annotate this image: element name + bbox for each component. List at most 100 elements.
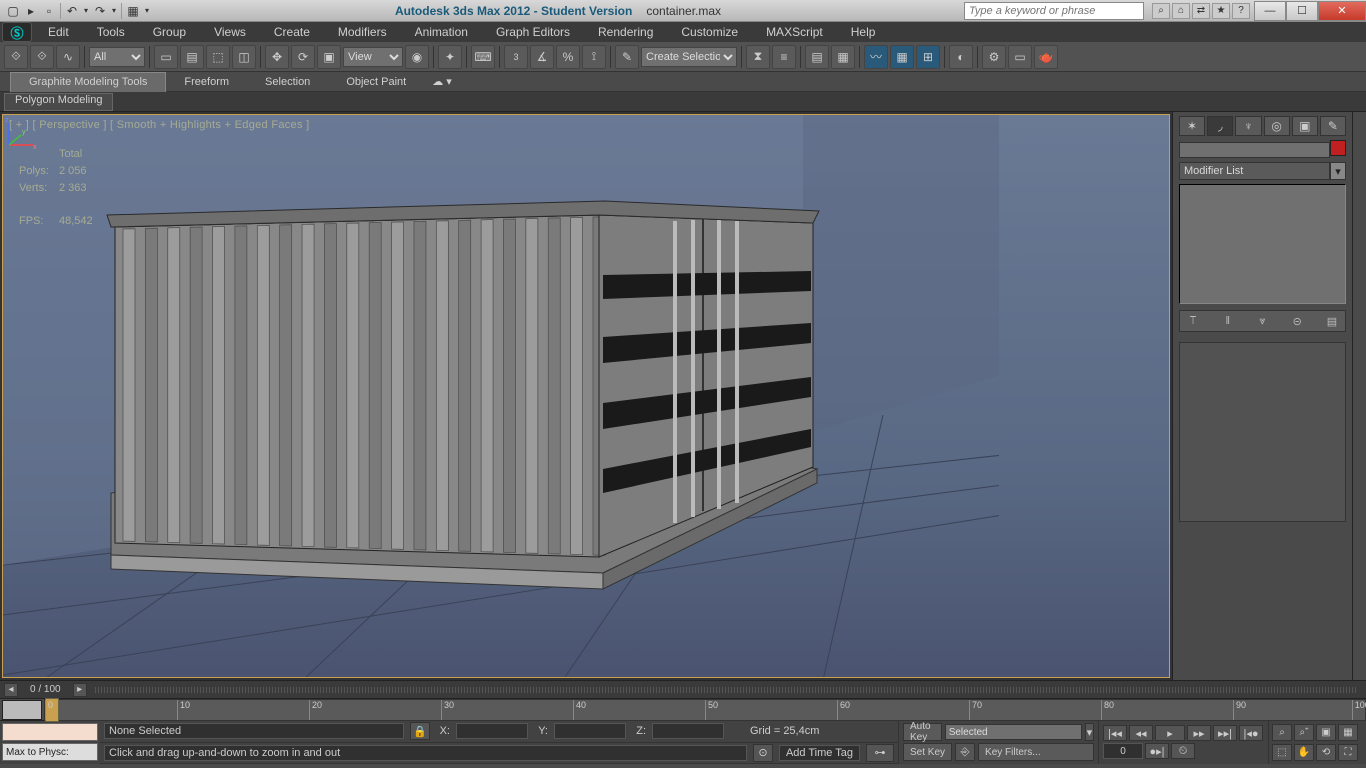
next-frame-icon[interactable]: ▸▸ [1187, 725, 1211, 741]
undo-icon[interactable]: ↶ [63, 2, 81, 20]
menu-maxscript[interactable]: MAXScript [752, 25, 837, 39]
scale-icon[interactable]: ▣ [317, 45, 341, 69]
z-coord-input[interactable] [652, 723, 724, 739]
timeslider-left-icon[interactable]: ◂ [4, 683, 18, 697]
keyfilters-button[interactable]: Key Filters... [978, 743, 1094, 761]
keyboard-shortcut-icon[interactable]: ⌨ [471, 45, 495, 69]
time-slider-track[interactable] [95, 687, 1358, 693]
align-icon[interactable]: ≡ [772, 45, 796, 69]
menu-tools[interactable]: Tools [83, 25, 139, 39]
goto-end-icon[interactable]: ▸▸| [1213, 725, 1237, 741]
configure-sets-icon[interactable]: ▤ [1323, 313, 1341, 329]
new-icon[interactable]: ▢ [4, 2, 22, 20]
modifier-list-dropdown[interactable]: ▾ [1330, 162, 1346, 180]
setkey-large-icon[interactable]: ⎆ [955, 743, 975, 761]
favorite-icon[interactable]: ★ [1212, 3, 1230, 19]
cmd-tab-modify[interactable]: ◞ [1207, 116, 1233, 136]
window-crossing-icon[interactable]: ◫ [232, 45, 256, 69]
move-icon[interactable]: ✥ [265, 45, 289, 69]
tab-freeform[interactable]: Freeform [166, 72, 247, 92]
menu-grapheditors[interactable]: Graph Editors [482, 25, 584, 39]
tab-objectpaint[interactable]: Object Paint [328, 72, 424, 92]
cmd-tab-display[interactable]: ▣ [1292, 116, 1318, 136]
menu-animation[interactable]: Animation [401, 25, 482, 39]
make-unique-icon[interactable]: ⩔ [1254, 313, 1272, 329]
autokey-button[interactable]: Auto Key [903, 723, 942, 741]
refcoord-dropdown[interactable]: View [343, 47, 403, 67]
curve-editor-icon[interactable]: 〰 [864, 45, 888, 69]
render-setup-icon[interactable]: ⚙ [982, 45, 1006, 69]
menu-group[interactable]: Group [139, 25, 200, 39]
time-ruler[interactable]: 0 10 20 30 40 50 60 70 80 90 100 [44, 699, 1366, 721]
lock-selection-icon[interactable]: 🔒 [410, 722, 430, 740]
layer-explorer-icon[interactable]: ▦ [831, 45, 855, 69]
x-coord-input[interactable] [456, 723, 528, 739]
redo-icon[interactable]: ↷ [91, 2, 109, 20]
tab-graphite[interactable]: Graphite Modeling Tools [10, 72, 166, 92]
layer-icon[interactable]: ▤ [805, 45, 829, 69]
help-icon[interactable]: ? [1232, 3, 1250, 19]
cmd-tab-motion[interactable]: ◎ [1264, 116, 1290, 136]
show-end-result-icon[interactable]: ‖ [1219, 313, 1237, 329]
menu-customize[interactable]: Customize [667, 25, 752, 39]
cmd-tab-hierarchy[interactable]: ♆ [1235, 116, 1261, 136]
rotate-icon[interactable]: ⟳ [291, 45, 315, 69]
edit-named-sel-icon[interactable]: ✎ [615, 45, 639, 69]
trackbar-toggle[interactable] [2, 700, 42, 720]
macro-recorder-button[interactable]: Max to Physc: [2, 743, 98, 761]
zoom-icon[interactable]: ⌕ [1272, 724, 1292, 741]
object-name-input[interactable] [1179, 142, 1330, 158]
isolate-icon[interactable]: ⊙ [753, 744, 773, 762]
maximize-button[interactable]: ☐ [1286, 1, 1318, 21]
select-name-icon[interactable]: ▤ [180, 45, 204, 69]
project-icon[interactable]: ▦ [124, 2, 142, 20]
selection-filter-dropdown[interactable]: All [89, 47, 145, 67]
pin-stack-icon[interactable]: ⟙ [1184, 313, 1202, 329]
menu-rendering[interactable]: Rendering [584, 25, 667, 39]
frame-input[interactable] [1103, 743, 1143, 759]
orbit-icon[interactable]: ⟲ [1316, 744, 1336, 761]
mini-listener[interactable] [2, 723, 98, 741]
keymode-drop-icon[interactable]: ▾ [1085, 723, 1094, 741]
menu-modifiers[interactable]: Modifiers [324, 25, 401, 39]
save-icon[interactable]: ▫ [40, 2, 58, 20]
region-icon[interactable]: ⬚ [206, 45, 230, 69]
menu-create[interactable]: Create [260, 25, 324, 39]
pan-icon[interactable]: ✋ [1294, 744, 1314, 761]
minimize-button[interactable]: — [1254, 1, 1286, 21]
select-icon[interactable]: ▭ [154, 45, 178, 69]
cmd-tab-utilities[interactable]: ✎ [1320, 116, 1346, 136]
modifier-stack[interactable] [1179, 184, 1346, 304]
maximize-viewport-icon[interactable]: ⛶ [1338, 744, 1358, 761]
perspective-viewport[interactable]: [ + ] [ Perspective ] [ Smooth + Highlig… [2, 114, 1170, 678]
key-prev-icon[interactable]: |◂● [1239, 725, 1263, 741]
redo-drop-icon[interactable]: ▾ [109, 2, 119, 20]
named-selection-dropdown[interactable]: Create Selection Se [641, 47, 737, 67]
command-panel-scrollbar[interactable] [1352, 112, 1366, 680]
application-button[interactable]: Ⓢ [2, 22, 32, 42]
link-icon[interactable]: ⟐ [4, 45, 28, 69]
ribbon-dropdown-icon[interactable]: ☁ ▾ [424, 72, 460, 92]
render-icon[interactable]: 🫖 [1034, 45, 1058, 69]
zoom-extents-icon[interactable]: ▣ [1316, 724, 1336, 741]
close-button[interactable]: ✕ [1318, 1, 1366, 21]
material-editor-icon[interactable]: ◐ [949, 45, 973, 69]
object-color-swatch[interactable] [1330, 140, 1346, 156]
key-next-icon[interactable]: ●▸| [1145, 743, 1169, 759]
time-config-icon[interactable]: ⏲ [1171, 743, 1195, 759]
spinner-snap-icon[interactable]: ⟟ [582, 45, 606, 69]
dope-sheet-icon[interactable]: ▦ [890, 45, 914, 69]
angle-snap-icon[interactable]: ∡ [530, 45, 554, 69]
percent-snap-icon[interactable]: % [556, 45, 580, 69]
y-coord-input[interactable] [554, 723, 626, 739]
play-icon[interactable]: ▸ [1155, 725, 1185, 741]
setkey-button[interactable]: Set Key [903, 743, 952, 761]
render-frame-icon[interactable]: ▭ [1008, 45, 1032, 69]
zoom-extents-all-icon[interactable]: ▦ [1338, 724, 1358, 741]
polygon-modeling-button[interactable]: Polygon Modeling [4, 93, 113, 111]
unlink-icon[interactable]: ⟐ [30, 45, 54, 69]
prev-frame-icon[interactable]: ◂◂ [1129, 725, 1153, 741]
menu-help[interactable]: Help [837, 25, 890, 39]
snap-3-icon[interactable]: 3 [504, 45, 528, 69]
goto-start-icon[interactable]: |◂◂ [1103, 725, 1127, 741]
